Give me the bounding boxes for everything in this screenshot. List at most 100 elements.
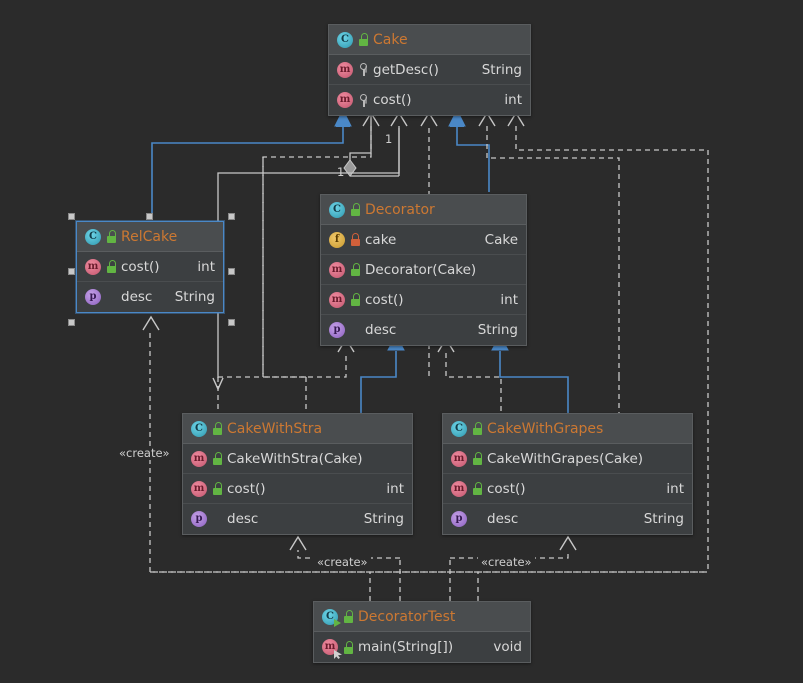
member-type: int <box>500 291 518 308</box>
key-abstract-icon <box>358 63 369 76</box>
class-name: Cake <box>373 31 408 48</box>
method-icon: m <box>329 261 345 278</box>
lock-public-icon <box>106 230 117 243</box>
selection-handle-w[interactable] <box>68 268 75 275</box>
lock-public-icon <box>472 422 483 435</box>
member-type: String <box>643 511 684 527</box>
field-icon: f <box>329 231 345 248</box>
selection-handle-ne[interactable] <box>228 213 235 220</box>
selection-handle-nw[interactable] <box>68 213 75 220</box>
edge-decoratortest-to-relcake <box>142 315 160 572</box>
member-type: int <box>197 258 215 275</box>
selection-handle-sw[interactable] <box>68 319 75 326</box>
lock-public-icon <box>472 482 483 495</box>
selection-handle-se[interactable] <box>228 319 235 326</box>
class-name: DecoratorTest <box>358 608 456 625</box>
class-icon: C <box>337 31 353 48</box>
cursor-icon <box>334 650 342 659</box>
method-icon: m <box>85 258 101 275</box>
multiplicity-label-composition: 1 <box>337 165 345 179</box>
member-row[interactable]: m CakeWithGrapes(Cake) <box>443 444 692 474</box>
class-name: RelCake <box>121 228 178 245</box>
class-box-cakewithgrapes[interactable]: C CakeWithGrapes m CakeWithGrapes(Cake) … <box>442 413 693 535</box>
class-runnable-icon: C <box>322 608 341 627</box>
class-box-decorator[interactable]: C Decorator f cake Cake m Decorator(Cake… <box>320 194 527 346</box>
member-name: CakeWithGrapes(Cake) <box>487 450 644 467</box>
method-icon: m <box>451 450 467 467</box>
lock-public-icon <box>106 260 117 273</box>
class-header-cakewithgrapes[interactable]: C CakeWithGrapes <box>443 414 692 444</box>
member-row[interactable]: m cost() int <box>321 285 526 315</box>
member-type: int <box>386 480 404 497</box>
diagram-canvas[interactable]: C Cake m getDesc() String m cost() int C… <box>0 0 803 683</box>
member-name: CakeWithStra(Cake) <box>227 450 363 467</box>
class-box-decoratortest[interactable]: C DecoratorTest m main(String[]) void <box>313 601 531 663</box>
method-icon: m <box>191 450 207 467</box>
member-row[interactable]: f cake Cake <box>321 225 526 255</box>
member-row[interactable]: m cost() int <box>443 474 692 504</box>
property-icon: p <box>85 289 101 305</box>
key-abstract-icon <box>358 93 369 107</box>
selection-handle-n[interactable] <box>146 213 153 220</box>
member-name: desc <box>365 322 397 338</box>
method-icon: m <box>191 480 207 497</box>
property-icon: p <box>451 511 467 527</box>
class-box-relcake[interactable]: C RelCake m cost() int p desc String <box>76 221 224 313</box>
member-name: desc <box>487 511 519 527</box>
class-header-relcake[interactable]: C RelCake <box>77 222 223 252</box>
member-type: String <box>174 289 215 305</box>
member-row[interactable]: m main(String[]) void <box>314 632 530 662</box>
edge-cakewithstra-to-decorator <box>360 351 397 413</box>
class-name: CakeWithGrapes <box>487 420 604 437</box>
member-type: int <box>666 480 684 497</box>
member-row[interactable]: p desc String <box>77 282 223 312</box>
edge-dashed-to-decorator-left <box>217 353 347 413</box>
lock-public-icon <box>212 452 223 465</box>
edge-relcake-to-cake <box>151 126 343 216</box>
method-icon: m <box>337 61 353 78</box>
member-row[interactable]: m cost() int <box>77 252 223 282</box>
member-type: String <box>477 322 518 338</box>
run-triangle-icon <box>334 618 341 627</box>
edge-decorator-to-cake <box>457 126 490 192</box>
class-header-decorator[interactable]: C Decorator <box>321 195 526 225</box>
member-name: cost() <box>373 92 412 108</box>
member-row[interactable]: p desc String <box>321 315 526 345</box>
member-name: cost() <box>121 258 160 275</box>
lock-public-icon <box>358 33 369 46</box>
member-name: main(String[]) <box>358 639 454 655</box>
multiplicity-label-top: 1 <box>385 132 393 146</box>
class-box-cakewithstra[interactable]: C CakeWithStra m CakeWithStra(Cake) m co… <box>182 413 413 535</box>
edge-decorator-composition-cake <box>343 126 372 177</box>
member-row[interactable]: m Decorator(Cake) <box>321 255 526 285</box>
member-type: Cake <box>484 231 518 248</box>
class-icon: C <box>191 420 207 437</box>
edge-decoratortest-bottom-frame <box>150 558 708 601</box>
member-row[interactable]: m CakeWithStra(Cake) <box>183 444 412 474</box>
edge-cakewithgrapes-to-decorator <box>499 351 569 413</box>
class-icon: C <box>329 201 345 218</box>
method-runnable-icon: m <box>322 639 342 659</box>
class-icon: C <box>451 420 467 437</box>
property-icon: p <box>329 322 345 338</box>
class-name: Decorator <box>365 201 435 218</box>
selection-handle-e[interactable] <box>228 268 235 275</box>
member-row[interactable]: m getDesc() String <box>329 55 530 85</box>
member-row[interactable]: p desc String <box>183 504 412 534</box>
method-icon: m <box>329 291 345 308</box>
method-icon: m <box>337 92 353 108</box>
member-row[interactable]: p desc String <box>443 504 692 534</box>
member-name: Decorator(Cake) <box>365 261 477 278</box>
class-box-cake[interactable]: C Cake m getDesc() String m cost() int <box>328 24 531 116</box>
member-row[interactable]: m cost() int <box>183 474 412 504</box>
lock-public-icon <box>472 452 483 465</box>
edge-label-create-cakewithgrapes: «create» <box>478 555 535 569</box>
edge-label-create-cakewithstra: «create» <box>314 555 371 569</box>
member-name: cost() <box>365 291 404 308</box>
class-name: CakeWithStra <box>227 420 323 437</box>
class-header-cakewithstra[interactable]: C CakeWithStra <box>183 414 412 444</box>
class-header-cake[interactable]: C Cake <box>329 25 530 55</box>
member-row[interactable]: m cost() int <box>329 85 530 115</box>
class-header-decoratortest[interactable]: C DecoratorTest <box>314 602 530 632</box>
member-name: cost() <box>487 480 526 497</box>
